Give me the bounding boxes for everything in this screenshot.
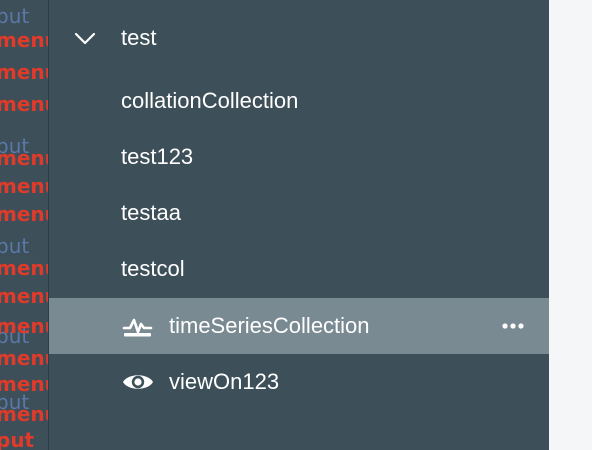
collection-item-active[interactable]: timeSeriesCollection bbox=[49, 298, 550, 354]
database-row-test[interactable]: test bbox=[49, 10, 550, 66]
fragment-text: menu bbox=[0, 60, 48, 84]
collection-item[interactable]: collationCollection bbox=[49, 73, 550, 129]
collection-item[interactable]: viewOn123 bbox=[49, 354, 550, 410]
fragment-text: menu bbox=[0, 146, 48, 170]
fragment-text: menu bbox=[0, 92, 48, 116]
fragment-text: put bbox=[0, 4, 30, 28]
collection-name: viewOn123 bbox=[169, 369, 280, 394]
fragment-text: menu bbox=[0, 256, 48, 280]
page: put menu menu menu put menu menu menu pu… bbox=[0, 0, 592, 450]
fragment-text: menu bbox=[0, 346, 48, 370]
fragment-text: menu bbox=[0, 28, 48, 52]
collection-name: testcol bbox=[121, 256, 185, 281]
collection-item[interactable]: testaa bbox=[49, 185, 550, 241]
background-text-strip: put menu menu menu put menu menu menu pu… bbox=[0, 0, 48, 450]
fragment-text: menu bbox=[0, 174, 48, 198]
collection-item[interactable]: testcol bbox=[49, 241, 550, 297]
fragment-text: menu bbox=[0, 314, 48, 338]
chevron-down-icon[interactable] bbox=[73, 28, 97, 48]
collection-name: test123 bbox=[121, 144, 194, 169]
fragment-text: menu bbox=[0, 284, 48, 308]
collection-name: timeSeriesCollection bbox=[169, 313, 370, 338]
main-content-edge bbox=[549, 0, 592, 450]
more-options-icon[interactable] bbox=[501, 320, 525, 332]
fragment-text: put bbox=[0, 234, 30, 258]
database-name: test bbox=[121, 25, 157, 50]
collection-item[interactable]: test123 bbox=[49, 129, 550, 185]
fragment-text: menu bbox=[0, 372, 48, 396]
eye-icon bbox=[123, 375, 153, 389]
time-series-icon bbox=[122, 318, 153, 337]
collection-name: collationCollection bbox=[121, 88, 299, 113]
fragment-text: put bbox=[0, 428, 35, 450]
fragment-text: menu bbox=[0, 202, 48, 226]
collection-name: testaa bbox=[121, 200, 181, 225]
collections-sidebar: test collationCollection test123 testaa … bbox=[48, 0, 550, 450]
fragment-text: menu bbox=[0, 402, 48, 426]
